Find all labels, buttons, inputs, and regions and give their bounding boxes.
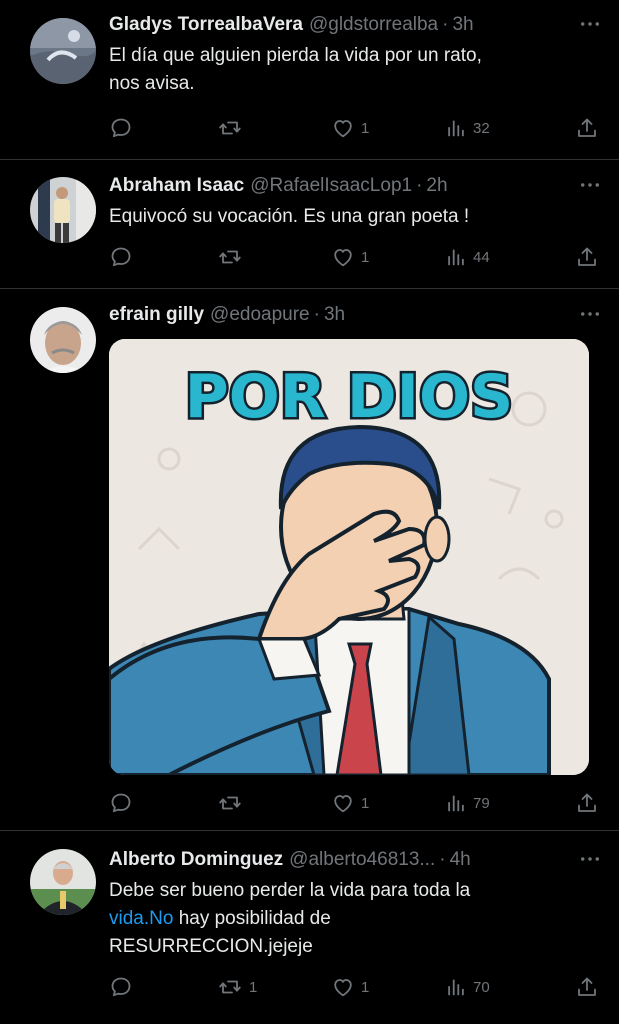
share-icon — [575, 975, 599, 999]
tweet[interactable]: Abraham Isaac @RafaelIsaacLop1 · 2h Equi… — [0, 160, 619, 289]
share-icon — [575, 116, 599, 140]
author-name[interactable]: Abraham Isaac — [109, 174, 244, 198]
separator-dot: · — [439, 849, 446, 870]
views-button[interactable]: 44 — [445, 242, 490, 272]
views-icon — [445, 975, 467, 999]
more-icon[interactable] — [579, 173, 601, 197]
views-icon — [445, 245, 467, 269]
tweet-text: Equivocó su vocación. Es una gran poeta … — [109, 203, 599, 231]
heart-icon — [331, 791, 355, 815]
avatar[interactable] — [30, 177, 96, 243]
tweet-actions: 1 1 70 — [109, 972, 599, 1002]
author-name[interactable]: Gladys TorrealbaVera — [109, 13, 303, 37]
reply-button[interactable] — [109, 242, 139, 272]
separator-dot: · — [442, 14, 449, 35]
timestamp[interactable]: 3h — [324, 303, 345, 327]
tweet-text-line: RESURRECCION.jejeje — [109, 936, 313, 957]
tweet[interactable]: Alberto Dominguez @alberto46813... · 4h … — [0, 831, 619, 1024]
tweet-text-line: nos avisa. — [109, 73, 195, 94]
retweet-button[interactable] — [217, 113, 249, 143]
tweet-header: Alberto Dominguez @alberto46813... · 4h — [109, 848, 599, 872]
tweet-link[interactable]: vida.No — [109, 908, 173, 929]
retweet-icon — [217, 791, 243, 815]
view-count: 70 — [473, 978, 490, 996]
avatar[interactable] — [30, 307, 96, 373]
reply-button[interactable] — [109, 788, 139, 818]
like-button[interactable]: 1 — [331, 972, 369, 1002]
tweet-actions: 1 44 — [109, 242, 599, 272]
share-button[interactable] — [575, 242, 599, 272]
reply-icon — [109, 975, 133, 999]
views-button[interactable]: 79 — [445, 788, 490, 818]
like-button[interactable]: 1 — [331, 788, 369, 818]
tweet-header: Gladys TorrealbaVera @gldstorrealba · 3h — [109, 13, 599, 37]
timestamp[interactable]: 4h — [450, 848, 471, 872]
media-caption: POR DIOS — [185, 362, 513, 432]
more-icon[interactable] — [579, 12, 601, 36]
retweet-count: 1 — [249, 978, 258, 996]
author-handle[interactable]: @alberto46813... — [289, 848, 435, 872]
separator-dot: · — [313, 304, 320, 325]
heart-icon — [331, 116, 355, 140]
reply-icon — [109, 245, 133, 269]
author-handle[interactable]: @RafaelIsaacLop1 — [250, 174, 412, 198]
like-count: 1 — [361, 248, 370, 266]
like-count: 1 — [361, 794, 370, 812]
retweet-icon — [217, 245, 243, 269]
retweet-button[interactable] — [217, 242, 249, 272]
reply-button[interactable] — [109, 113, 139, 143]
retweet-icon — [217, 116, 243, 140]
tweet-text-line: El día que alguien pierda la vida por un… — [109, 45, 482, 66]
views-button[interactable]: 70 — [445, 972, 490, 1002]
share-icon — [575, 791, 599, 815]
reply-icon — [109, 116, 133, 140]
tweet-text-line: Debe ser bueno perder la vida para toda … — [109, 880, 471, 901]
more-icon[interactable] — [579, 302, 601, 326]
timestamp[interactable]: 2h — [426, 174, 447, 198]
tweet-text: Debe ser bueno perder la vida para toda … — [109, 877, 599, 961]
retweet-button[interactable]: 1 — [217, 972, 257, 1002]
tweet-text: El día que alguien pierda la vida por un… — [109, 42, 599, 98]
author-name[interactable]: efrain gilly — [109, 303, 204, 327]
facepalm-illustration: POR DIOS — [109, 339, 589, 775]
tweet-actions: 1 79 — [109, 788, 599, 818]
view-count: 32 — [473, 119, 490, 137]
like-button[interactable]: 1 — [331, 242, 369, 272]
reply-button[interactable] — [109, 972, 139, 1002]
tweet-actions: 1 32 — [109, 113, 599, 143]
more-icon[interactable] — [579, 847, 601, 871]
retweet-button[interactable] — [217, 788, 249, 818]
avatar[interactable] — [30, 849, 96, 915]
view-count: 79 — [473, 794, 490, 812]
reply-icon — [109, 791, 133, 815]
share-icon — [575, 245, 599, 269]
views-icon — [445, 791, 467, 815]
views-button[interactable]: 32 — [445, 113, 490, 143]
tweet-text-fragment: hay posibilidad de — [173, 908, 331, 929]
like-button[interactable]: 1 — [331, 113, 369, 143]
views-icon — [445, 116, 467, 140]
avatar[interactable] — [30, 18, 96, 84]
tweet-text-line: vida.No hay posibilidad de — [109, 905, 599, 933]
tweet-media-image[interactable]: POR DIOS — [109, 339, 589, 775]
tweet[interactable]: efrain gilly @edoapure · 3h POR DIOS 1 7… — [0, 289, 619, 831]
share-button[interactable] — [575, 788, 599, 818]
author-handle[interactable]: @edoapure — [210, 303, 310, 327]
tweet[interactable]: Gladys TorrealbaVera @gldstorrealba · 3h… — [0, 0, 619, 160]
retweet-icon — [217, 975, 243, 999]
like-count: 1 — [361, 119, 370, 137]
separator-dot: · — [416, 175, 423, 196]
heart-icon — [331, 975, 355, 999]
share-button[interactable] — [575, 972, 599, 1002]
like-count: 1 — [361, 978, 370, 996]
share-button[interactable] — [575, 113, 599, 143]
heart-icon — [331, 245, 355, 269]
view-count: 44 — [473, 248, 490, 266]
tweet-text-line: Equivocó su vocación. Es una gran poeta … — [109, 206, 470, 227]
timestamp[interactable]: 3h — [452, 13, 473, 37]
tweet-header: Abraham Isaac @RafaelIsaacLop1 · 2h — [109, 174, 599, 198]
author-handle[interactable]: @gldstorrealba — [309, 13, 438, 37]
author-name[interactable]: Alberto Dominguez — [109, 848, 283, 872]
tweet-header: efrain gilly @edoapure · 3h — [109, 303, 599, 327]
